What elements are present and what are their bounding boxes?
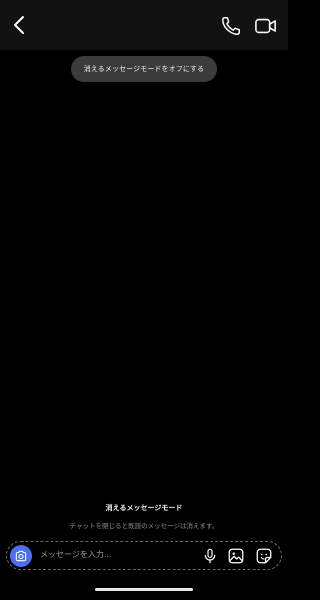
disappearing-mode-title: 消えるメッセージモード [105, 504, 183, 512]
image-icon [228, 548, 244, 564]
sticker-icon [256, 548, 272, 564]
voice-message-button[interactable] [202, 548, 218, 564]
chevron-left-icon [14, 16, 24, 34]
phone-icon [222, 17, 240, 35]
video-camera-icon [255, 18, 276, 34]
microphone-icon [204, 548, 216, 564]
camera-button[interactable] [10, 545, 32, 567]
message-input-placeholder: メッセージを入力... [40, 550, 112, 559]
message-composer: メッセージを入力... [6, 541, 282, 570]
message-input[interactable]: メッセージを入力... [40, 549, 180, 560]
video-call-button[interactable] [254, 15, 278, 37]
back-button[interactable] [8, 13, 32, 37]
sticker-button[interactable] [255, 547, 273, 565]
turn-off-disappearing-button[interactable]: 消えるメッセージモードをオフにする [71, 56, 217, 82]
camera-icon [15, 550, 27, 562]
home-indicator [95, 588, 193, 591]
voice-call-button[interactable] [220, 15, 242, 37]
disappearing-mode-subtitle: チャットを閉じると既読のメッセージは消えます。 [69, 522, 219, 530]
chat-header [0, 0, 288, 50]
turn-off-disappearing-label: 消えるメッセージモードをオフにする [83, 65, 205, 73]
gallery-button[interactable] [227, 547, 245, 565]
